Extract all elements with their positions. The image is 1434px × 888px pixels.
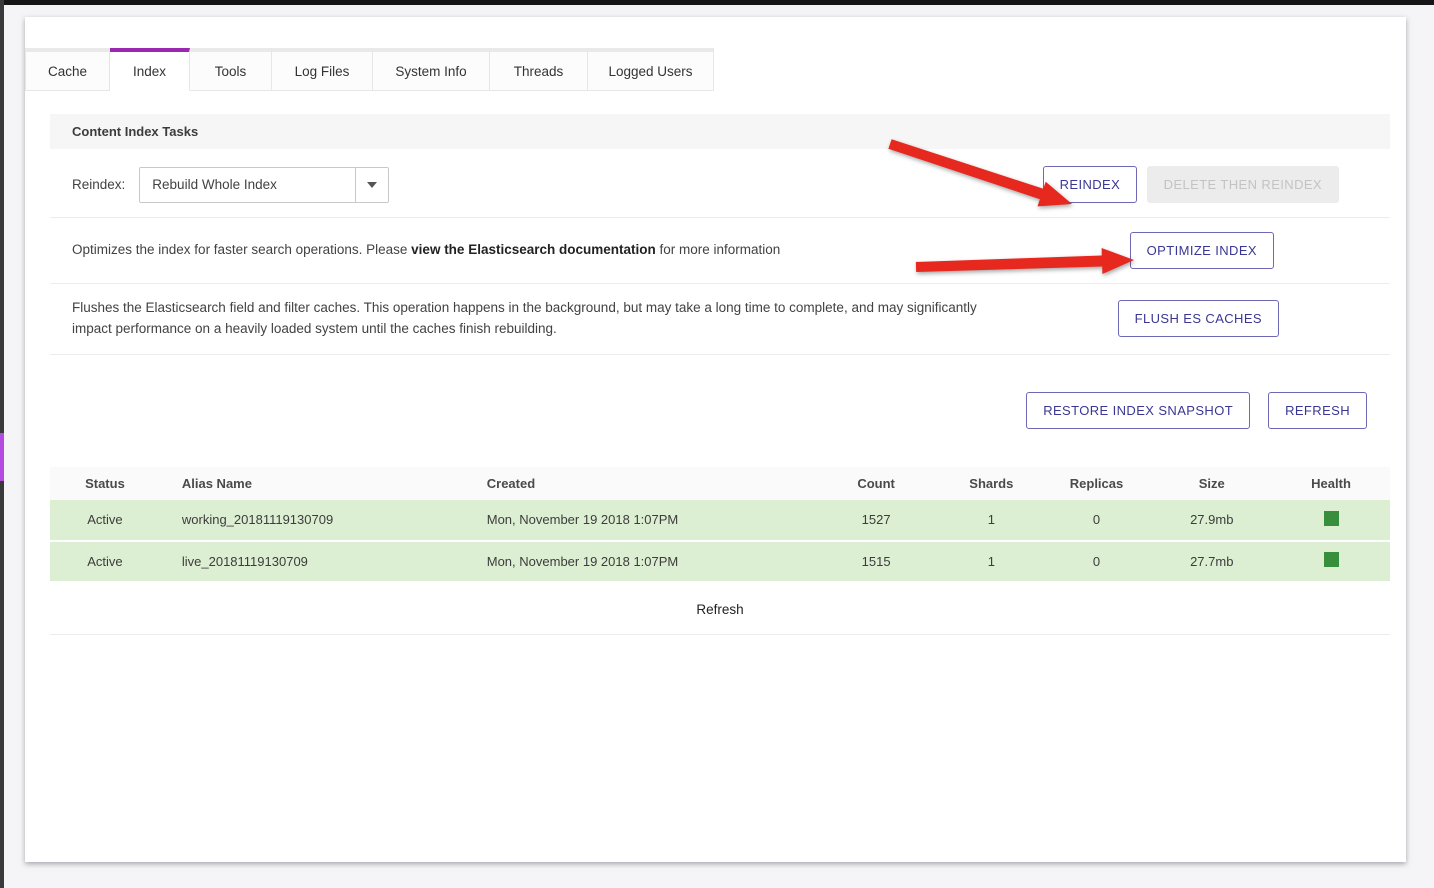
cell-alias-name: live_20181119130709: [160, 541, 471, 582]
index-alias-table: Status Alias Name Created Count Shards R…: [50, 467, 1390, 583]
flush-row: Flushes the Elasticsearch field and filt…: [50, 284, 1390, 355]
cell-shards: 1: [941, 541, 1042, 582]
refresh-button[interactable]: REFRESH: [1268, 392, 1367, 429]
tab-cache-label: Cache: [48, 64, 87, 79]
tab-cache[interactable]: Cache: [25, 48, 110, 91]
cell-health: [1272, 500, 1390, 541]
cell-created: Mon, November 19 2018 1:07PM: [471, 500, 811, 541]
flush-es-caches-button[interactable]: FLUSH ES CACHES: [1118, 300, 1279, 337]
restore-index-snapshot-button[interactable]: RESTORE INDEX SNAPSHOT: [1026, 392, 1250, 429]
optimize-index-button[interactable]: OPTIMIZE INDEX: [1130, 232, 1274, 269]
cell-replicas: 0: [1042, 500, 1152, 541]
health-green-indicator: [1324, 552, 1339, 567]
cell-count: 1515: [811, 541, 941, 582]
optimize-button-wrap: OPTIMIZE INDEX: [1130, 232, 1274, 269]
tab-system-info[interactable]: System Info: [373, 48, 490, 91]
divider: [50, 634, 1390, 635]
col-created: Created: [471, 467, 811, 500]
col-status: Status: [50, 467, 160, 500]
cell-alias-name: working_20181119130709: [160, 500, 471, 541]
optimize-text-before: Optimizes the index for faster search op…: [72, 242, 411, 257]
flush-button-wrap: FLUSH ES CACHES: [1118, 300, 1279, 337]
col-size: Size: [1151, 467, 1272, 500]
table-row: Active working_20181119130709 Mon, Novem…: [50, 500, 1390, 541]
tab-index[interactable]: Index: [110, 48, 190, 91]
col-alias-name: Alias Name: [160, 467, 471, 500]
index-tab-content: Content Index Tasks Reindex: Rebuild Who…: [25, 114, 1406, 635]
col-health: Health: [1272, 467, 1390, 500]
tab-system-info-label: System Info: [395, 64, 466, 79]
reindex-label: Reindex:: [72, 177, 125, 192]
optimize-row: Optimizes the index for faster search op…: [50, 218, 1390, 284]
flush-description: Flushes the Elasticsearch field and filt…: [72, 298, 990, 340]
tab-tools[interactable]: Tools: [190, 48, 272, 91]
tab-log-files[interactable]: Log Files: [272, 48, 373, 91]
section-header: Content Index Tasks: [50, 114, 1390, 149]
dropdown-arrow-button[interactable]: [355, 168, 388, 202]
cell-size: 27.9mb: [1151, 500, 1272, 541]
tab-logged-users-label: Logged Users: [608, 64, 692, 79]
admin-panel: Cache Index Tools Log Files System Info …: [25, 17, 1406, 862]
cell-health: [1272, 541, 1390, 582]
tab-bar: Cache Index Tools Log Files System Info …: [25, 48, 714, 91]
col-shards: Shards: [941, 467, 1042, 500]
reindex-dropdown-value: Rebuild Whole Index: [140, 177, 355, 192]
snapshot-actions-row: RESTORE INDEX SNAPSHOT REFRESH: [50, 392, 1367, 429]
table-row: Active live_20181119130709 Mon, November…: [50, 541, 1390, 582]
cell-replicas: 0: [1042, 541, 1152, 582]
tab-tools-label: Tools: [215, 64, 247, 79]
cell-created: Mon, November 19 2018 1:07PM: [471, 541, 811, 582]
reindex-row: Reindex: Rebuild Whole Index REINDEX DEL…: [50, 149, 1390, 218]
tab-threads[interactable]: Threads: [490, 48, 588, 91]
left-edge-accent-bar: [0, 433, 4, 481]
reindex-button[interactable]: REINDEX: [1043, 166, 1138, 203]
chevron-down-icon: [367, 182, 377, 188]
elasticsearch-docs-link[interactable]: view the Elasticsearch documentation: [411, 242, 656, 257]
cell-status: Active: [50, 541, 160, 582]
tab-logged-users[interactable]: Logged Users: [588, 48, 714, 91]
optimize-description: Optimizes the index for faster search op…: [72, 240, 780, 261]
health-green-indicator: [1324, 511, 1339, 526]
tab-log-files-label: Log Files: [295, 64, 350, 79]
reindex-dropdown[interactable]: Rebuild Whole Index: [139, 167, 389, 203]
col-replicas: Replicas: [1042, 467, 1152, 500]
cell-size: 27.7mb: [1151, 541, 1272, 582]
reindex-buttons: REINDEX DELETE THEN REINDEX: [1043, 166, 1339, 203]
window-top-edge: [0, 0, 1434, 5]
cell-count: 1527: [811, 500, 941, 541]
delete-then-reindex-button[interactable]: DELETE THEN REINDEX: [1147, 166, 1339, 203]
cell-status: Active: [50, 500, 160, 541]
col-count: Count: [811, 467, 941, 500]
tab-index-label: Index: [133, 64, 166, 79]
optimize-text-after: for more information: [656, 242, 781, 257]
table-header-row: Status Alias Name Created Count Shards R…: [50, 467, 1390, 500]
refresh-table-link[interactable]: Refresh: [50, 602, 1390, 617]
section-title: Content Index Tasks: [72, 124, 198, 139]
cell-shards: 1: [941, 500, 1042, 541]
tab-threads-label: Threads: [514, 64, 564, 79]
